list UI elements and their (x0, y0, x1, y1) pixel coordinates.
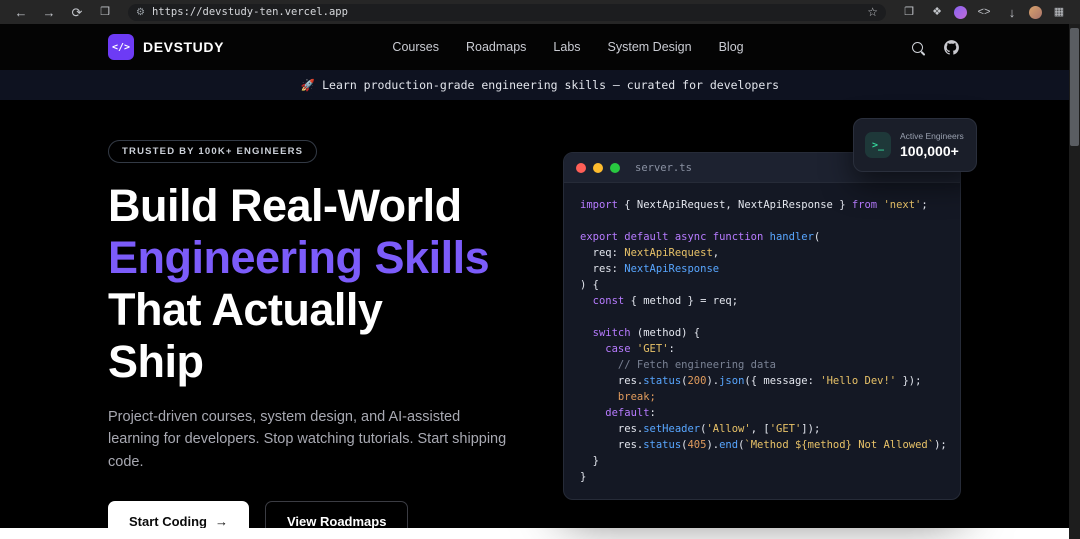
terminal-icon: >_ (865, 132, 891, 158)
code-line: ) { (580, 279, 599, 291)
hero-heading: Build Real-World Engineering Skills That A… (108, 180, 548, 388)
browser-toolbar: ← → ⟳ ❒ ⚙ https://devstudy-ten.vercel.ap… (0, 0, 1080, 24)
stat-value: 100,000+ (900, 143, 959, 159)
nav-item-blog[interactable]: Blog (719, 40, 744, 54)
reading-list-icon[interactable]: ❒ (94, 2, 116, 22)
address-bar[interactable]: ⚙ https://devstudy-ten.vercel.app ☆ (128, 3, 886, 21)
code-lines: import { NextApiRequest, NextApiResponse… (564, 183, 960, 499)
logo-text: DEVSTUDY (143, 39, 225, 55)
hero-heading-line: That Actually (108, 284, 383, 335)
site-info-icon[interactable]: ⚙ (136, 7, 145, 18)
maximize-dot-icon[interactable] (610, 162, 620, 173)
logo-code-icon: </> (108, 34, 134, 60)
extension-avatar-icon[interactable] (954, 5, 967, 19)
close-dot-icon[interactable] (576, 162, 586, 173)
extensions-icon[interactable]: ❖ (926, 2, 948, 22)
code-line: switch (method) { (580, 327, 701, 339)
devtools-code-icon[interactable]: <> (973, 2, 995, 22)
reload-button[interactable]: ⟳ (66, 2, 88, 22)
code-editor-card: server.ts import { NextApiRequest, NextA… (563, 152, 961, 500)
stat-label: Active Engineers (900, 131, 964, 141)
minimize-dot-icon[interactable] (593, 162, 603, 173)
code-line: } (580, 471, 587, 483)
code-line: req: NextApiRequest, (580, 247, 720, 259)
nav-item-courses[interactable]: Courses (392, 40, 439, 54)
code-line: } (580, 455, 599, 467)
code-line: export default async function handler( (580, 231, 821, 243)
page-scrollbar[interactable] (1069, 24, 1080, 539)
site-logo[interactable]: </> DEVSTUDY (108, 34, 224, 60)
hero-description: Project-driven courses, system design, a… (108, 409, 507, 470)
hero-heading-line: Engineering Skills (108, 232, 490, 283)
code-filename: server.ts (635, 161, 692, 174)
code-line: res: NextApiResponse (580, 263, 720, 275)
code-line: res.status(200).json({ message: 'Hello D… (580, 375, 922, 387)
site-header: </> DEVSTUDY Courses Roadmaps Labs System D… (0, 24, 1080, 70)
github-logo (944, 39, 959, 55)
apps-menu-icon[interactable]: ▦ (1048, 2, 1070, 22)
code-line: import { NextApiRequest, NextApiResponse… (580, 199, 928, 211)
code-line: res.setHeader('Allow', ['GET']); (580, 423, 821, 435)
code-line: // Fetch engineering data (580, 359, 776, 371)
side-panel-icon[interactable]: ❐ (898, 2, 920, 22)
announcement-text: 🚀 Learn production-grade engineering ski… (300, 78, 780, 92)
back-button[interactable]: ← (10, 2, 32, 22)
active-engineers-card: >_ Active Engineers 100,000+ (853, 118, 977, 172)
announcement-bar: 🚀 Learn production-grade engineering ski… (0, 70, 1080, 100)
forward-button[interactable]: → (38, 2, 60, 22)
nav-item-labs[interactable]: Labs (553, 40, 580, 54)
code-line: default: (580, 407, 656, 419)
nav-item-roadmaps[interactable]: Roadmaps (466, 40, 526, 54)
github-icon[interactable] (943, 39, 960, 56)
code-line: case 'GET': (580, 343, 675, 355)
url-text[interactable]: https://devstudy-ten.vercel.app (152, 6, 860, 18)
code-line: const { method } = req; (580, 295, 739, 307)
bookmark-star-icon[interactable]: ☆ (867, 5, 878, 19)
hero-heading-line: Build Real-World (108, 180, 462, 231)
nav-item-system-design[interactable]: System Design (608, 40, 692, 54)
hero-heading-line: Ship (108, 336, 204, 387)
download-icon[interactable]: ↓ (1001, 2, 1023, 22)
search-icon[interactable] (912, 41, 923, 53)
trusted-badge: TRUSTED BY 100K+ ENGINEERS (108, 140, 318, 163)
code-line: break; (580, 391, 656, 403)
next-section-strip (0, 528, 1069, 539)
scrollbar-thumb[interactable] (1070, 28, 1079, 146)
main-nav: Courses Roadmaps Labs System Design Blog (392, 40, 743, 54)
profile-avatar[interactable] (1029, 5, 1042, 19)
code-line: res.status(405).end(`Method ${method} No… (580, 439, 947, 451)
